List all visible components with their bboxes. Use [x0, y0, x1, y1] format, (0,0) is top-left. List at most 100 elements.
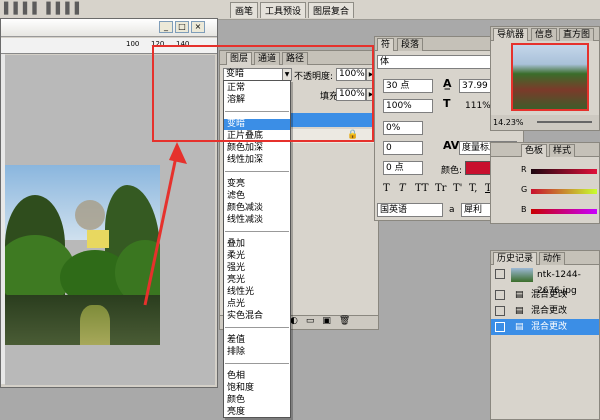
history-panel: 历史记录 动作 ntk-1244-2676.jpg ▤ 混合更改 ▤ 混合更改 … [490, 250, 600, 420]
close-icon[interactable]: × [191, 21, 205, 33]
blend-option[interactable]: 点光 [224, 299, 290, 310]
maximize-icon[interactable]: □ [175, 21, 189, 33]
font-size-input[interactable]: 30 点 [383, 79, 433, 93]
history-item-label: 混合更改 [531, 290, 568, 300]
tab-navigator[interactable]: 导航器 [493, 28, 529, 41]
history-brush-checkbox[interactable] [495, 306, 505, 316]
tab-swatches[interactable]: 色板 [521, 144, 548, 157]
style-button[interactable]: T, [469, 183, 477, 194]
brush-source-icon[interactable] [495, 269, 505, 279]
blend-option[interactable]: 差值 [224, 335, 290, 346]
group-icon[interactable]: ▭ [306, 316, 315, 329]
blend-option[interactable]: 饱和度 [224, 383, 290, 394]
history-brush-checkbox[interactable] [495, 290, 505, 300]
history-item-selected[interactable]: ▤ 混合更改 [491, 319, 599, 335]
color-panel-tabs: 色板 样式 [491, 143, 599, 157]
tab-character[interactable]: 符 [377, 38, 395, 51]
blend-option[interactable]: 强光 [224, 263, 290, 274]
minimize-icon[interactable]: _ [159, 21, 173, 33]
navigator-tabs: 导航器 信息 直方图 [491, 27, 599, 41]
blend-option[interactable]: 实色混合 [224, 311, 290, 322]
history-tabs: 历史记录 动作 [491, 251, 599, 265]
photo-yellow-patch [87, 230, 109, 248]
tab-styles[interactable]: 样式 [549, 144, 576, 157]
blend-option[interactable]: 线性加深 [224, 155, 290, 166]
ruler-mark: 100 [126, 40, 140, 48]
options-bar: ▌▌▌▌ ▌▌▌▌ 画笔 工具预设 图层复合 [0, 0, 600, 20]
leading-icon: A̲ [443, 77, 452, 90]
zoom-slider[interactable] [537, 121, 592, 123]
channel-label-g: G [521, 185, 528, 194]
history-snapshot[interactable]: ntk-1244-2676.jpg [491, 267, 599, 296]
blend-option[interactable]: 亮光 [224, 275, 290, 286]
blend-option[interactable]: 色相 [224, 371, 290, 382]
photo-reeds [80, 305, 110, 345]
annotation-highlight-box [152, 45, 374, 142]
document-titlebar: _ □ × [1, 19, 217, 37]
history-item-label: 混合更改 [531, 322, 568, 332]
tracking-input[interactable]: 0% [383, 121, 423, 135]
color-panel: 色板 样式 R G B [490, 142, 600, 224]
kerning-input[interactable]: 0 [383, 141, 423, 155]
history-brush-checkbox[interactable] [495, 322, 505, 332]
navigator-zoom-bar: 14.23% [491, 115, 599, 130]
red-slider[interactable] [531, 169, 597, 174]
tab-histogram[interactable]: 直方图 [559, 28, 595, 41]
blend-option[interactable]: 线性减淡 [224, 215, 290, 226]
blend-option[interactable]: 颜色加深 [224, 143, 290, 154]
style-button[interactable]: T [399, 183, 406, 194]
navigator-thumbnail[interactable] [511, 43, 589, 111]
divider [225, 363, 289, 364]
blend-option[interactable]: 排除 [224, 347, 290, 358]
divider [225, 327, 289, 328]
photo-smoke [75, 200, 105, 230]
style-button[interactable]: T' [453, 183, 462, 194]
vertical-scale-input[interactable]: 100% [383, 99, 433, 113]
tab-info[interactable]: 信息 [531, 28, 558, 41]
divider [225, 231, 289, 232]
trash-icon[interactable]: 🗑 [339, 316, 350, 329]
blend-option[interactable]: 颜色减淡 [224, 203, 290, 214]
divider [225, 171, 289, 172]
blue-slider[interactable] [531, 209, 597, 214]
blend-option[interactable]: 颜色 [224, 395, 290, 406]
tab-tool-presets[interactable]: 工具预设 [260, 2, 307, 18]
style-button[interactable]: Tr [435, 183, 446, 194]
history-item[interactable]: ▤ 混合更改 [491, 303, 599, 319]
blend-option[interactable]: 亮度 [224, 407, 290, 418]
zoom-value[interactable]: 14.23% [493, 118, 524, 127]
snapshot-thumbnail [511, 268, 533, 282]
menu-blur-text: ▌▌▌▌ ▌▌▌▌ [4, 2, 85, 15]
blend-option[interactable]: 柔光 [224, 251, 290, 262]
anti-alias-label: a [449, 205, 455, 215]
top-palette-tabs: 画笔 工具预设 图层复合 [230, 2, 356, 18]
language-select[interactable]: 国英语 [377, 203, 443, 217]
blend-option[interactable]: 叠加 [224, 239, 290, 250]
new-layer-icon[interactable]: ▣ [322, 316, 331, 329]
green-slider[interactable] [531, 189, 597, 194]
kerning-icon: AV [443, 139, 460, 152]
tab-paragraph[interactable]: 段落 [397, 38, 424, 51]
tab-history[interactable]: 历史记录 [493, 252, 538, 265]
document-icon: ▤ [515, 322, 524, 332]
adjustment-layer-icon[interactable]: ◐ [290, 316, 298, 329]
document-icon: ▤ [515, 290, 524, 300]
history-item-label: 混合更改 [531, 306, 568, 316]
tab-brushes[interactable]: 画笔 [230, 2, 259, 18]
tab-layer-comps[interactable]: 图层复合 [308, 2, 355, 18]
color-label: 颜色: [441, 166, 463, 176]
navigator-panel: 导航器 信息 直方图 14.23% [490, 26, 600, 131]
blend-option[interactable]: 变亮 [224, 179, 290, 190]
horizontal-scale-value: 111% [465, 101, 491, 111]
tab-actions[interactable]: 动作 [539, 252, 566, 265]
channel-label-r: R [521, 165, 527, 174]
horizontal-scale-icon: T [443, 97, 451, 110]
baseline-input[interactable]: 0 点 [383, 161, 423, 175]
style-button[interactable]: TT [415, 183, 429, 194]
history-item[interactable]: ▤ 混合更改 [491, 287, 599, 303]
blend-option[interactable]: 滤色 [224, 191, 290, 202]
annotation-arrow [143, 142, 187, 306]
blend-option[interactable]: 线性光 [224, 287, 290, 298]
style-button[interactable]: T [383, 183, 390, 194]
document-icon: ▤ [515, 306, 524, 316]
